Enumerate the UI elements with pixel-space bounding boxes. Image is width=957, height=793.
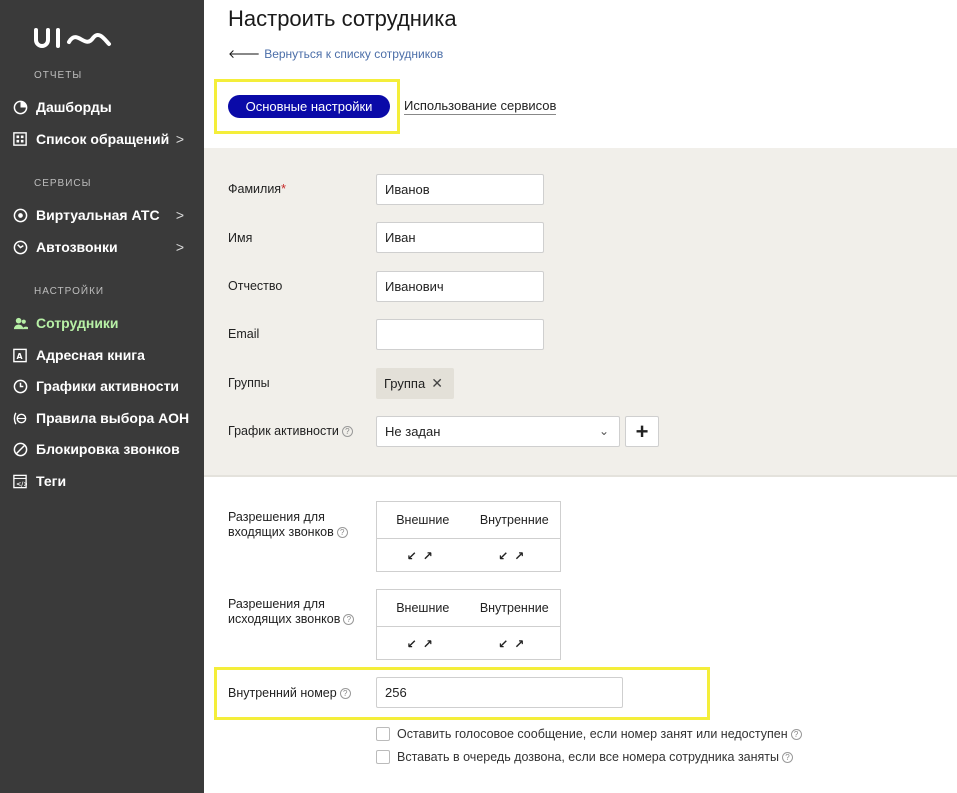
sidebar-item-label: Правила выбора АОН xyxy=(36,410,190,426)
back-link[interactable]: 🡐 Вернуться к списку сотрудников xyxy=(228,46,444,62)
sidebar-item-label: Блокировка звонков xyxy=(36,441,180,457)
sidebar-item-label: Графики активности xyxy=(36,378,180,394)
page-title: Настроить сотрудника xyxy=(228,6,457,31)
pbx-icon xyxy=(12,207,28,223)
tab-main-settings[interactable]: Основные настройки xyxy=(228,95,390,118)
close-icon[interactable]: ✕ xyxy=(431,375,443,392)
voicemail-checkbox[interactable] xyxy=(376,727,390,741)
incoming-internal-arrows-toggle[interactable]: ↙↗ xyxy=(469,539,561,572)
help-icon[interactable]: ? xyxy=(782,751,794,763)
sidebar-item-dashboards[interactable]: Дашборды xyxy=(12,96,194,118)
help-icon[interactable]: ? xyxy=(336,527,348,539)
patronymic-field[interactable]: Иванович xyxy=(376,271,544,302)
sidebar-item-label: Автозвонки xyxy=(36,239,118,255)
voicemail-label: Оставить голосовое сообщение, если номер… xyxy=(397,727,788,741)
sidebar-item-label: Сотрудники xyxy=(36,315,119,331)
sidebar-item-label: Адресная книга xyxy=(36,347,145,363)
sidebar-item-label: Теги xyxy=(36,473,67,489)
sidebar-item-label: Виртуальная АТС xyxy=(36,207,160,223)
groups-label: Группы xyxy=(228,376,270,390)
section-title-settings: НАСТРОЙКИ xyxy=(34,286,105,297)
sidebar-item-autocalls[interactable]: Автозвонки > xyxy=(12,236,194,258)
sidebar-item-label: Дашборды xyxy=(36,99,112,115)
autocall-icon xyxy=(12,239,28,255)
incoming-permissions-table: Внешние Внутренние ↙↗ ↙↗ xyxy=(376,501,561,572)
add-schedule-button[interactable]: + xyxy=(625,416,659,447)
email-label: Email xyxy=(228,327,260,341)
outgoing-internal-arrows-toggle[interactable]: ↙↗ xyxy=(469,627,561,660)
outgoing-permissions-table: Внешние Внутренние ↙↗ ↙↗ xyxy=(376,589,561,660)
sidebar-item-employees[interactable]: Сотрудники xyxy=(12,312,194,334)
help-icon[interactable]: ? xyxy=(339,688,351,700)
queue-option: Вставать в очередь дозвона, если все ном… xyxy=(376,750,794,764)
sidebar-item-caller-id-rules[interactable]: Правила выбора АОН xyxy=(12,407,194,429)
patronymic-label: Отчество xyxy=(228,279,283,293)
sidebar-item-call-blocking[interactable]: Блокировка звонков xyxy=(12,438,194,460)
sidebar-item-virtual-pbx[interactable]: Виртуальная АТС > xyxy=(12,204,194,226)
column-header-internal: Внутренние xyxy=(479,601,549,615)
chevron-right-icon: > xyxy=(175,207,184,223)
last-name-field[interactable]: Иванов xyxy=(376,174,544,205)
back-link-label: Вернуться к списку сотрудников xyxy=(264,46,444,61)
users-icon xyxy=(12,315,28,331)
svg-text:A: A xyxy=(17,352,24,361)
required-mark: * xyxy=(281,182,286,196)
incoming-external-arrows-toggle[interactable]: ↙↗ xyxy=(377,539,469,572)
queue-checkbox[interactable] xyxy=(376,750,390,764)
outgoing-permissions-label: Разрешения для исходящих звонков? xyxy=(228,597,355,627)
schedule-select[interactable]: Не задан ⌄ xyxy=(376,416,620,447)
first-name-field[interactable]: Иван xyxy=(376,222,544,253)
column-header-external: Внешние xyxy=(396,601,450,615)
address-book-icon: A xyxy=(12,347,28,363)
main-content: Настроить сотрудника 🡐 Вернуться к списк… xyxy=(204,0,957,793)
first-name-label: Имя xyxy=(228,231,253,245)
email-field[interactable] xyxy=(376,319,544,350)
internal-number-field[interactable]: 256 xyxy=(376,677,623,708)
voicemail-option: Оставить голосовое сообщение, если номер… xyxy=(376,727,802,741)
tag-code-icon: </> xyxy=(12,473,28,489)
column-header-internal: Внутренние xyxy=(479,513,549,527)
group-chip: Группа ✕ xyxy=(376,368,454,399)
schedule-label: График активности? xyxy=(228,424,353,438)
block-icon xyxy=(12,441,28,457)
section-title-services: СЕРВИСЫ xyxy=(34,178,92,189)
grid-list-icon xyxy=(12,131,28,147)
tab-services-usage[interactable]: Использование сервисов xyxy=(404,98,557,115)
divider xyxy=(204,475,957,477)
internal-number-label: Внутренний номер? xyxy=(228,686,351,700)
sidebar-item-label: Список обращений xyxy=(36,131,170,147)
group-chip-label: Группа xyxy=(384,376,426,391)
sidebar-item-requests[interactable]: Список обращений > xyxy=(12,128,194,150)
chevron-down-icon: ⌄ xyxy=(598,424,609,438)
sidebar-item-tags[interactable]: </> Теги xyxy=(12,470,194,492)
caller-id-icon xyxy=(12,410,28,426)
section-title-reports: ОТЧЕТЫ xyxy=(34,70,83,81)
sidebar: ОТЧЕТЫ Дашборды Список обращений > СЕРВИ… xyxy=(0,0,204,793)
svg-text:</>: </> xyxy=(16,480,27,487)
uis-logo[interactable] xyxy=(33,22,113,52)
column-header-external: Внешние xyxy=(396,513,450,527)
sidebar-item-address-book[interactable]: A Адресная книга xyxy=(12,344,194,366)
help-icon[interactable]: ? xyxy=(343,614,355,626)
last-name-label: Фамилия* xyxy=(228,182,286,196)
clock-icon xyxy=(12,378,28,394)
queue-label: Вставать в очередь дозвона, если все ном… xyxy=(397,750,780,764)
chevron-right-icon: > xyxy=(175,131,184,147)
chevron-right-icon: > xyxy=(175,239,184,255)
sidebar-item-activity-schedules[interactable]: Графики активности xyxy=(12,375,194,397)
help-icon[interactable]: ? xyxy=(790,728,802,740)
schedule-select-value: Не задан xyxy=(385,424,441,439)
outgoing-external-arrows-toggle[interactable]: ↙↗ xyxy=(377,627,469,660)
help-icon[interactable]: ? xyxy=(341,426,353,438)
pie-chart-icon xyxy=(12,99,28,115)
arrow-left-icon: 🡐 xyxy=(228,47,261,61)
incoming-permissions-label: Разрешения для входящих звонков? xyxy=(228,510,348,540)
